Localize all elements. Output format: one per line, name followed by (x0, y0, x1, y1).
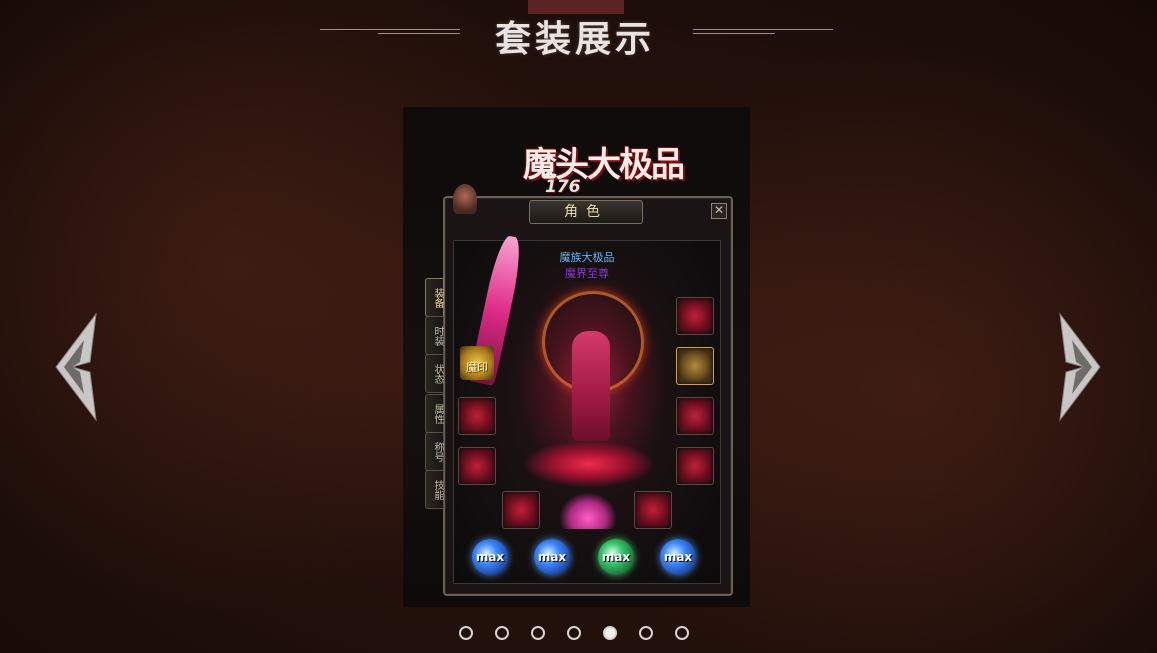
character-figure (572, 331, 610, 441)
pager-dot-4[interactable] (567, 626, 581, 640)
logo-subtitle: 176 (545, 177, 581, 197)
max-orb-2[interactable]: max (534, 539, 570, 575)
tab-fashion[interactable]: 时装 (425, 316, 444, 355)
max-orb-4[interactable]: max (660, 539, 696, 575)
prev-slide-button[interactable] (50, 312, 100, 422)
pager-dot-3[interactable] (531, 626, 545, 640)
chevron-left-icon (55, 312, 97, 422)
max-orb-3[interactable]: max (598, 539, 634, 575)
header-line-right-2 (693, 33, 775, 34)
equip-slot-ring-right[interactable] (676, 447, 714, 485)
header-line-left-2 (378, 33, 460, 34)
character-pedestal (524, 441, 654, 487)
tab-attributes[interactable]: 属性 (425, 394, 444, 433)
demon-mark-slot[interactable]: 魔印 (460, 346, 494, 380)
header-line-left (320, 29, 460, 30)
header-line-right (693, 29, 833, 30)
tab-skills[interactable]: 技能 (425, 470, 444, 509)
pager-dot-2[interactable] (495, 626, 509, 640)
next-slide-button[interactable] (1056, 312, 1106, 422)
pager-dot-5[interactable] (603, 626, 617, 640)
equip-slot-belt[interactable] (502, 491, 540, 529)
equip-slot-ring-left[interactable] (458, 447, 496, 485)
showcase-image: 魔头大极品 176 角色 ✕ 装备 时装 状态 属性 称号 技能 魔族大极品 魔… (403, 107, 750, 607)
max-orb-1[interactable]: max (472, 539, 508, 575)
character-panel: 角色 ✕ 装备 时装 状态 属性 称号 技能 魔族大极品 魔界至尊 魔印 max… (425, 184, 733, 596)
lotus-gem-icon[interactable] (560, 493, 616, 529)
chevron-right-icon (1059, 312, 1101, 422)
section-title: 套装展示 (494, 19, 655, 60)
pager-dot-7[interactable] (675, 626, 689, 640)
equip-slot-bracelet-right[interactable] (676, 397, 714, 435)
pager-dot-6[interactable] (639, 626, 653, 640)
pager-dot-1[interactable] (459, 626, 473, 640)
equip-slot-bracelet-left[interactable] (458, 397, 496, 435)
equip-slot-boots[interactable] (634, 491, 672, 529)
equip-slot-helmet[interactable] (676, 347, 714, 385)
tab-equipment[interactable]: 装备 (425, 278, 444, 317)
close-icon[interactable]: ✕ (711, 203, 727, 219)
game-logo: 魔头大极品 176 (523, 137, 723, 197)
equipment-area: 魔族大极品 魔界至尊 魔印 max max max max (453, 233, 721, 584)
panel-title: 角色 (529, 200, 643, 224)
tab-titles[interactable]: 称号 (425, 432, 444, 471)
tab-status[interactable]: 状态 (425, 354, 444, 393)
character-name: 魔族大极品 (559, 251, 615, 264)
section-header: 套装展示 (320, 0, 833, 60)
helmet-icon (453, 184, 477, 214)
equip-slot-weapon[interactable] (676, 297, 714, 335)
